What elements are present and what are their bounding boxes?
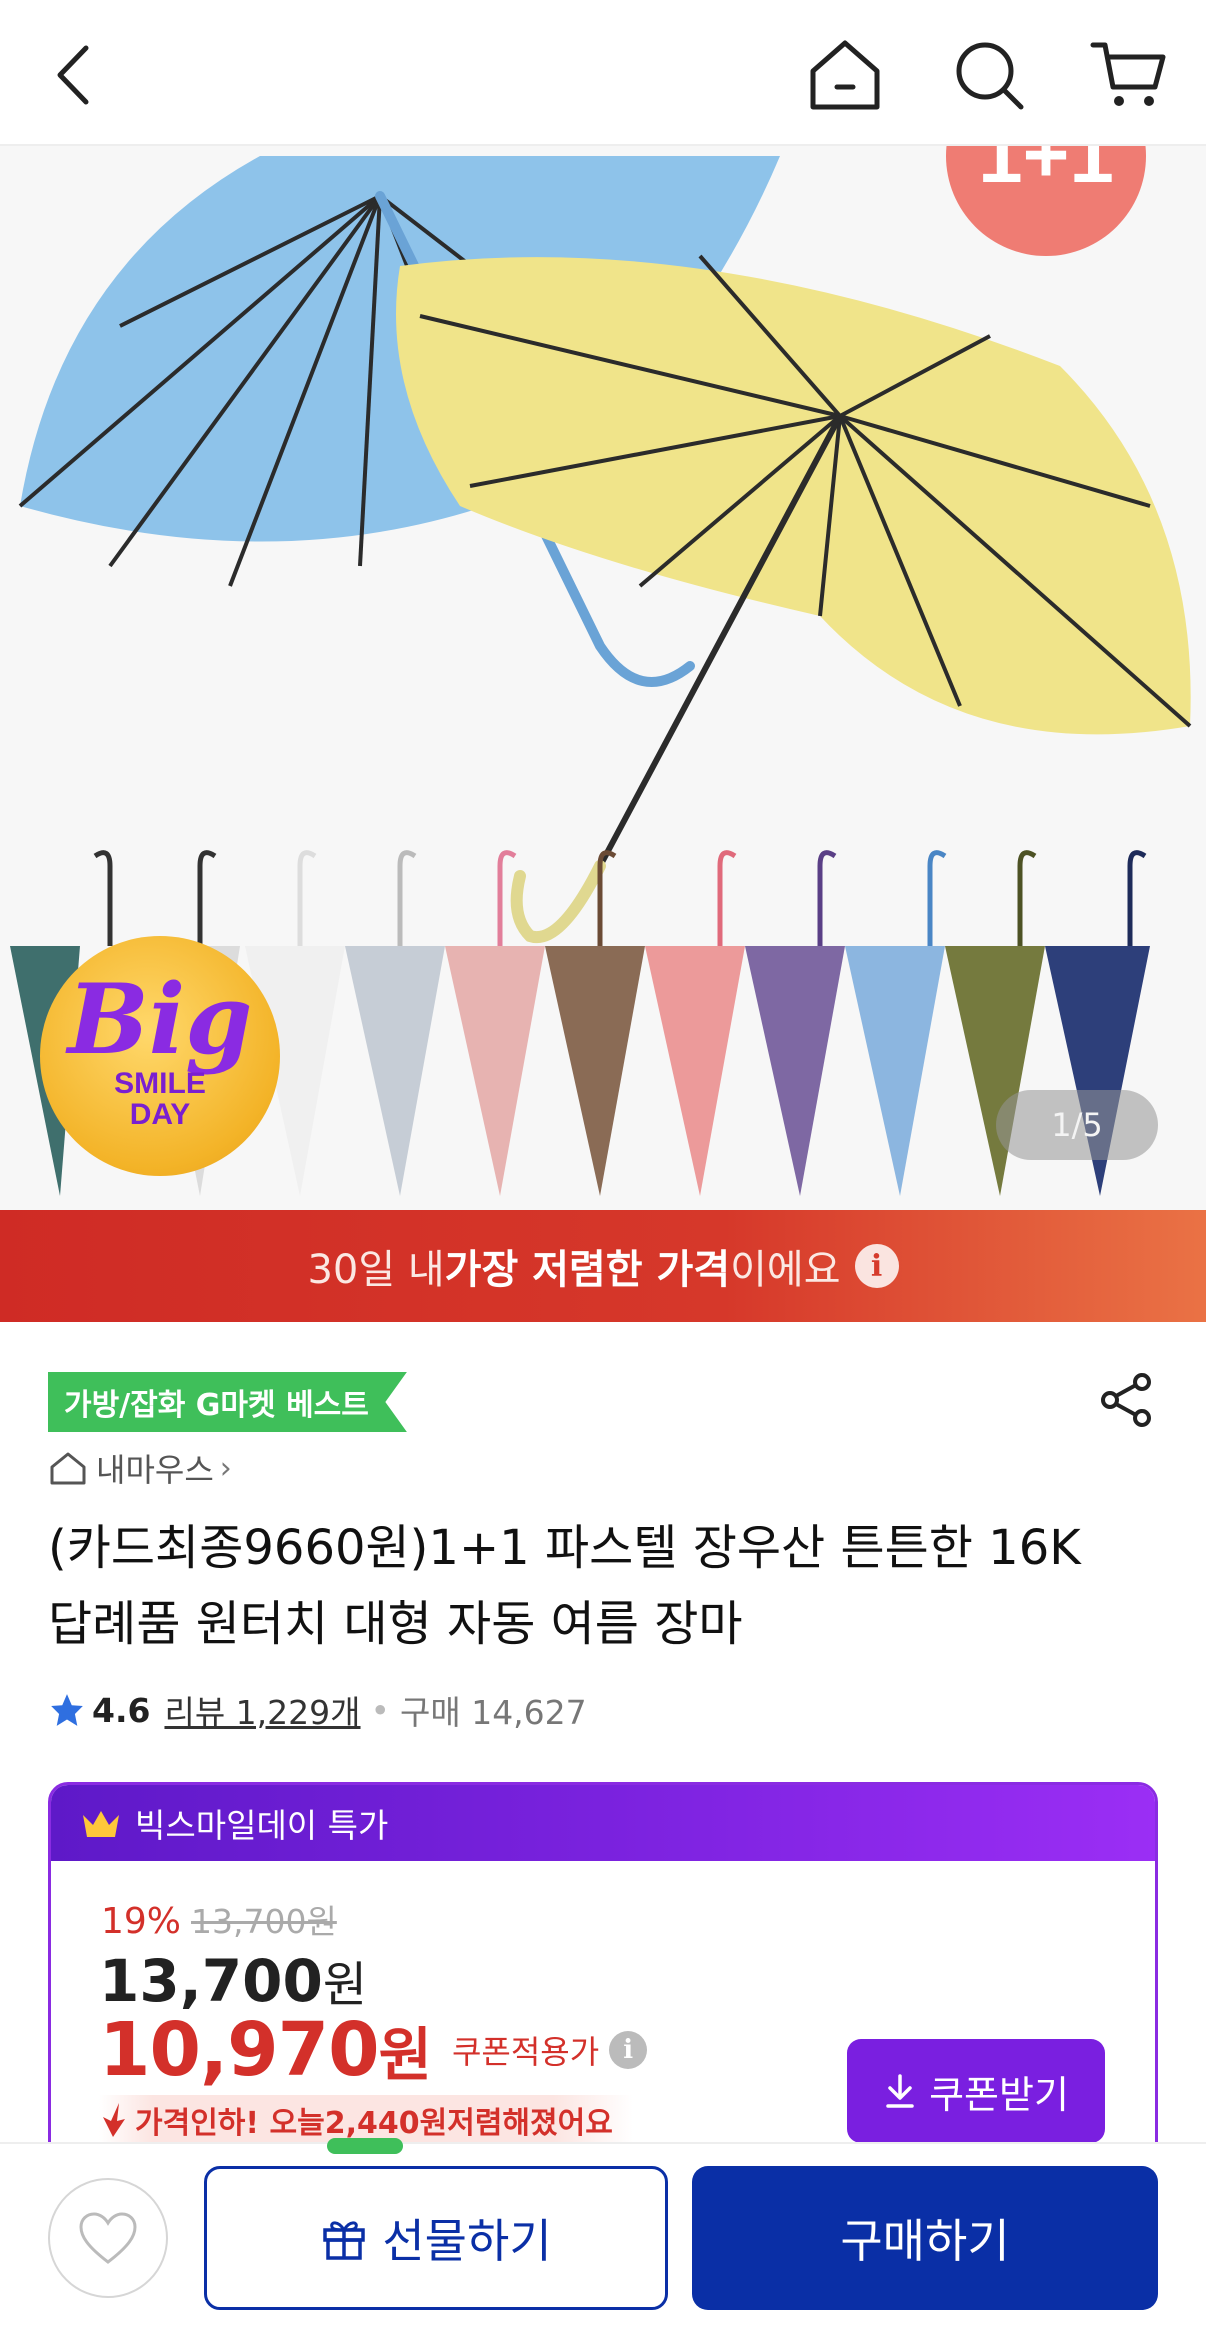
chevron-right-icon: ›: [219, 1450, 232, 1486]
coupon-price-label: 쿠폰적용가: [451, 2033, 600, 2071]
coupon-info-icon[interactable]: i: [609, 2031, 648, 2069]
buy-button[interactable]: 구매하기: [692, 2166, 1158, 2310]
drop-amount: 2,440원: [324, 2106, 448, 2141]
sale-price-unit: 원: [322, 1957, 367, 2013]
discount-percent: 19%: [101, 1901, 182, 1942]
review-count-link[interactable]: 리뷰 1,229개: [164, 1686, 360, 1734]
store-name: 내마우스: [96, 1451, 214, 1489]
deal-header: 빅스마일데이 특가: [51, 1785, 1155, 1861]
deal-header-text: 빅스마일데이 특가: [135, 1806, 389, 1845]
big-smile-day-badge: Big SMILE DAY: [40, 936, 280, 1176]
svg-text:1+1: 1+1: [978, 146, 1114, 199]
back-button[interactable]: [28, 30, 118, 120]
share-icon: [1101, 1373, 1151, 1427]
badge-big-text: Big: [67, 962, 253, 1076]
chevron-left-icon: [57, 45, 89, 105]
coupon-price-unit: 원: [378, 2021, 432, 2089]
gift-icon: [323, 2221, 366, 2260]
share-button[interactable]: [1086, 1360, 1166, 1440]
big-smile-deal-box: 빅스마일데이 특가 19% 13,700원 13,700원 10,970 원 쿠…: [48, 1782, 1158, 2202]
store-home-icon: [50, 1452, 86, 1485]
gift-button[interactable]: 선물하기: [204, 2166, 668, 2310]
sale-price: 13,700원: [99, 1945, 367, 2015]
coupon-price-row: 10,970 원 쿠폰적용가 i: [99, 2007, 648, 2093]
rating-score: 4.6: [92, 1690, 151, 1730]
heart-icon: [79, 2212, 137, 2264]
banner-suffix: 이에요: [730, 1247, 841, 1293]
banner-highlight: 가장 저렴한 가격: [444, 1247, 731, 1293]
store-link[interactable]: 내마우스 ›: [48, 1446, 232, 1490]
home-icon: [810, 40, 880, 110]
cart-icon: [1090, 42, 1166, 106]
gift-label: 선물하기: [382, 2214, 552, 2268]
get-coupon-button[interactable]: 쿠폰받기: [847, 2039, 1105, 2143]
discount-row: 19% 13,700원: [101, 1895, 337, 1943]
top-navigation-bar: [0, 0, 1206, 146]
lowest-price-banner[interactable]: 30일 내 가장 저렴한 가격 이에요 i: [0, 1210, 1206, 1322]
product-image-carousel[interactable]: 1+1 Big SMILE DAY 1/5: [0, 146, 1206, 1210]
original-price: 13,700원: [191, 1902, 337, 1941]
home-button[interactable]: [800, 30, 890, 120]
info-icon[interactable]: i: [854, 1244, 899, 1288]
cart-button[interactable]: [1084, 30, 1174, 120]
get-coupon-label: 쿠폰받기: [929, 2072, 1069, 2117]
drop-text-prefix: 가격인하! 오늘: [135, 2106, 325, 2141]
badge-smile-text: SMILE: [114, 1066, 206, 1100]
product-title: (카드최종9660원)1+1 파스텔 장우산 튼튼한 16K 답례품 원터치 대…: [48, 1520, 1081, 1652]
wishlist-button[interactable]: [48, 2178, 168, 2298]
separator-dot: •: [370, 1690, 390, 1730]
sale-price-amount: 13,700: [99, 1947, 323, 2015]
search-button[interactable]: [944, 30, 1034, 120]
download-icon: [886, 2074, 914, 2108]
purchase-count: 구매 14,627: [399, 1693, 587, 1732]
buy-label: 구매하기: [840, 2214, 1010, 2268]
drop-text-suffix: 저렴해졌어요: [447, 2106, 613, 2141]
coupon-price-amount: 10,970: [99, 2007, 380, 2093]
arrow-down-icon: [103, 2103, 125, 2137]
star-icon: [51, 1694, 83, 1726]
banner-prefix: 30일 내: [307, 1247, 445, 1293]
rating-row: 4.6 리뷰 1,229개 • 구매 14,627: [48, 1686, 587, 1734]
search-icon: [956, 42, 1024, 110]
best-category-tag[interactable]: 가방/잡화 G마켓 베스트: [48, 1372, 407, 1432]
image-page-indicator: 1/5: [996, 1090, 1158, 1160]
drawer-handle[interactable]: [327, 2138, 403, 2154]
badge-day-text: DAY: [129, 1098, 191, 1131]
crown-icon: [83, 1811, 119, 1837]
